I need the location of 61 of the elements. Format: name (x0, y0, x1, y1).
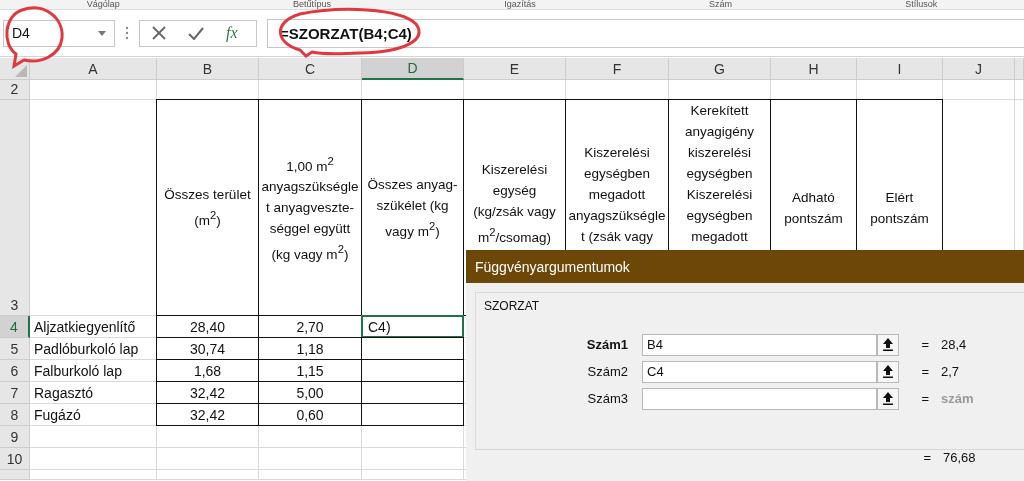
column-header[interactable]: E (464, 58, 566, 80)
table-cell: C4) (361, 315, 464, 338)
ribbon-group-label: Szám (709, 0, 733, 9)
collapse-dialog-button[interactable] (877, 387, 899, 410)
ribbon-group-label: Stílusok (905, 0, 938, 9)
column-header[interactable]: G (669, 58, 771, 80)
formula-result: 76,68 (943, 450, 976, 465)
argument-label: Szám1 (585, 337, 629, 352)
table-cell: Padlóburkoló lap (30, 338, 157, 360)
argument-result: szám (941, 391, 974, 406)
table-cell: 32,42 (156, 403, 259, 426)
name-box[interactable]: D4 (3, 19, 115, 47)
column-heading-cell: Összes terület (m$^{2}$) (156, 99, 259, 316)
column-header[interactable]: A (30, 58, 157, 80)
row-header[interactable]: 2 (0, 80, 30, 100)
row-header[interactable]: 10 (0, 448, 30, 470)
collapse-dialog-button[interactable] (877, 360, 899, 383)
dropdown-caret-icon (98, 30, 106, 36)
up-arrow-icon (883, 392, 893, 405)
column-header[interactable]: H (771, 58, 857, 80)
up-arrow-icon (883, 338, 893, 351)
table-cell: Ragasztó (30, 382, 157, 404)
up-arrow-icon (883, 365, 893, 378)
argument-input-field[interactable] (642, 387, 877, 410)
column-header[interactable]: J (943, 58, 1015, 80)
grip-dots-icon (125, 26, 129, 40)
formula-field[interactable]: =SZORZAT(B4;C4) (267, 18, 1024, 48)
argument-result: 28,4 (941, 337, 967, 352)
collapse-dialog-button[interactable] (877, 333, 899, 356)
argument-input-field[interactable]: C4 (642, 360, 877, 383)
ribbon-group-label: Igazítás (504, 0, 536, 9)
check-icon[interactable] (188, 26, 204, 40)
column-header[interactable]: F (566, 58, 669, 80)
column-header[interactable]: D (362, 58, 464, 80)
column-header[interactable]: B (157, 58, 259, 80)
row-header[interactable]: 4 (0, 316, 30, 338)
ribbon-group-label: Vágólap (86, 0, 120, 9)
triangle-icon (15, 65, 27, 77)
table-cell: Aljzatkiegyenlítő (30, 316, 157, 338)
equals-sign: = (920, 364, 929, 379)
function-name: SZORZAT (484, 299, 541, 313)
equals-sign: = (922, 450, 931, 465)
ribbon-group-label: Betűtípus (292, 0, 331, 9)
cancel-icon[interactable] (152, 26, 166, 40)
table-cell: Falburkoló lap (30, 360, 157, 382)
row-header[interactable]: 7 (0, 382, 30, 404)
row-header[interactable]: 8 (0, 404, 30, 426)
equals-sign: = (920, 337, 929, 352)
row-header[interactable]: 9 (0, 426, 30, 448)
column-header[interactable]: I (857, 58, 943, 80)
row-header[interactable]: 5 (0, 338, 30, 360)
row-header[interactable]: 6 (0, 360, 30, 382)
column-header[interactable]: C (259, 58, 362, 80)
insert-function-button[interactable]: fx (226, 24, 238, 42)
equals-sign: = (920, 391, 929, 406)
argument-label: Szám3 (586, 391, 629, 406)
row-header[interactable]: 3 (0, 100, 30, 316)
argument-result: 2,7 (941, 364, 960, 379)
argument-label: Szám2 (586, 364, 629, 379)
argument-input-field[interactable]: B4 (642, 333, 877, 356)
table-cell: Fugázó (30, 404, 157, 426)
